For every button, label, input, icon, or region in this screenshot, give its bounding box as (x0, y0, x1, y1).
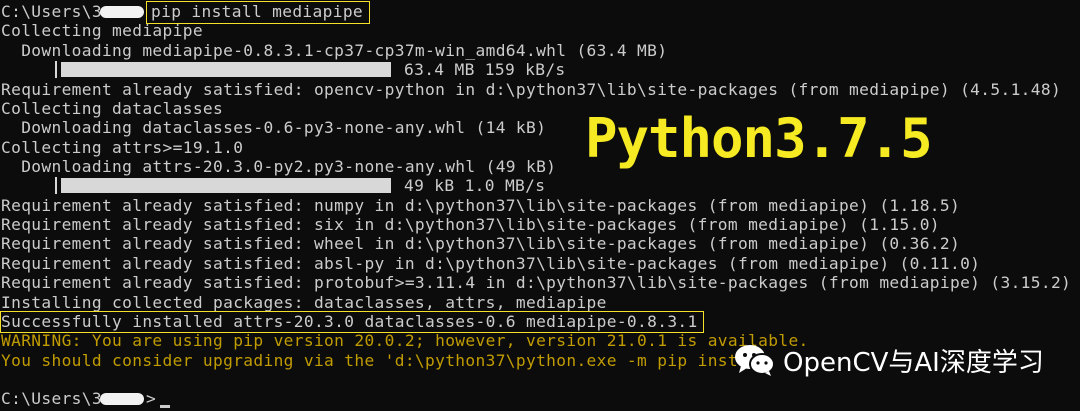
success-line: Successfully installed attrs-20.3.0 data… (1, 312, 698, 331)
watermark-text: OpenCV与AI深度学习 (783, 347, 1044, 378)
prompt-path: C:\Users\3 (1, 2, 102, 21)
output-line: Requirement already satisfied: absl-py i… (1, 254, 981, 273)
progress-bar-mediapipe (61, 62, 391, 77)
output-line: Installing collected packages: dataclass… (1, 293, 607, 312)
command-text: pip install mediapipe (151, 2, 364, 21)
cursor[interactable] (160, 405, 170, 408)
wechat-icon (733, 342, 777, 378)
watermark: OpenCV与AI深度学习 (733, 340, 1044, 380)
progress-stats: 63.4 MB 159 kB/s (404, 60, 566, 79)
progress-bar-attrs (61, 178, 391, 193)
output-line: Requirement already satisfied: numpy in … (1, 196, 961, 215)
terminal-window: C:\Users\3 pip install mediapipe Collect… (0, 0, 1080, 411)
redacted-username (100, 393, 144, 405)
progress-stats: 49 kB 1.0 MB/s (404, 176, 546, 195)
progress-bar-edge (55, 177, 57, 194)
output-line: Downloading attrs-20.3.0-py2.py3-none-an… (1, 157, 557, 176)
warning-line: WARNING: You are using pip version 20.0.… (1, 331, 809, 350)
prompt-caret-gt: > (146, 389, 157, 408)
prompt-line: C:\Users\3 (1, 2, 102, 21)
progress-bar-edge (55, 61, 57, 78)
output-line: Downloading mediapipe-0.8.3.1-cp37-cp37m… (1, 41, 668, 60)
output-line: Requirement already satisfied: wheel in … (1, 234, 961, 253)
output-line: Collecting dataclasses (1, 99, 224, 118)
output-line: Collecting mediapipe (1, 21, 203, 40)
prompt-line: C:\Users\3 (1, 389, 102, 408)
output-line: Requirement already satisfied: opencv-py… (1, 80, 1062, 99)
output-line: Collecting attrs>=19.1.0 (1, 138, 244, 157)
output-line: Requirement already satisfied: protobuf>… (1, 273, 1072, 292)
redacted-username (100, 6, 144, 18)
python-version-label: Python3.7.5 (585, 107, 933, 170)
output-line: Requirement already satisfied: six in d:… (1, 215, 940, 234)
upgrade-hint-line: You should consider upgrading via the 'd… (1, 351, 738, 370)
output-line: Downloading dataclasses-0.6-py3-none-any… (1, 118, 547, 137)
